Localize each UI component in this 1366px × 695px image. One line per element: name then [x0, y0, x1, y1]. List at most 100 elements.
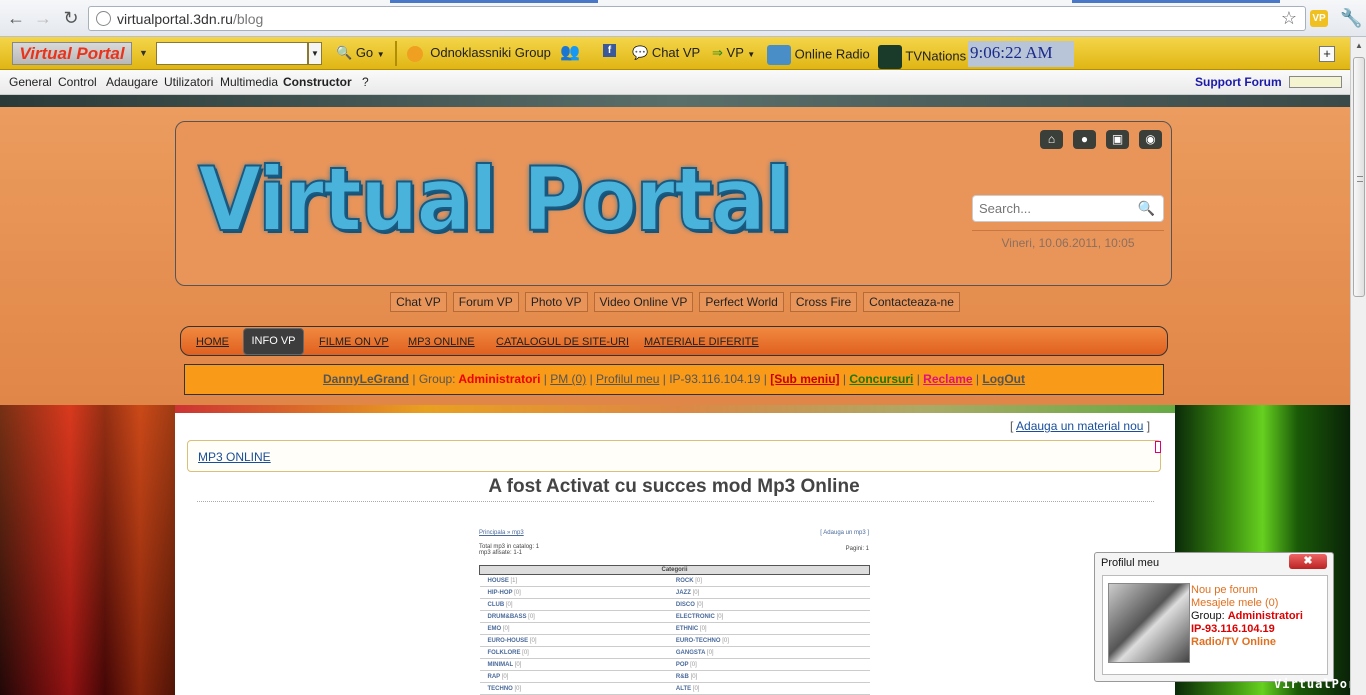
- user-icon[interactable]: ●: [1073, 130, 1096, 149]
- shot-category-cell: R&B [0]: [667, 670, 870, 683]
- vp-extension-icon[interactable]: VP: [1310, 10, 1328, 27]
- clock: 9:06:22 AM: [968, 41, 1074, 67]
- wrench-icon[interactable]: 🔧: [1340, 8, 1362, 29]
- nav-filme-on-vp[interactable]: FILME ON VP: [319, 336, 389, 348]
- shot-category-cell: DISCO [0]: [667, 598, 870, 611]
- current-date: Vineri, 10.06.2011, 10:05: [972, 230, 1164, 250]
- tvnations-link[interactable]: TVNations: [878, 45, 966, 69]
- menu-adaugare[interactable]: Adaugare: [106, 75, 158, 89]
- link-video-online-vp[interactable]: Video Online VP: [593, 292, 694, 312]
- chat-vp-link[interactable]: 💬 Chat VP: [632, 45, 700, 61]
- online-radio-link[interactable]: Online Radio: [767, 45, 870, 65]
- pm-link[interactable]: PM (0): [550, 372, 586, 386]
- home-icon[interactable]: ⌂: [1040, 130, 1063, 149]
- link-forum-vp[interactable]: Forum VP: [452, 292, 519, 312]
- new-on-forum-link[interactable]: Nou pe forum: [1191, 584, 1258, 596]
- shot-category-cell: DRUM&BASS [0]: [479, 610, 668, 623]
- shot-table-row: EURO-HOUSE [0] EURO-TECHNO [0]: [479, 634, 870, 647]
- link-photo-vp[interactable]: Photo VP: [524, 292, 588, 312]
- breadcrumb-mp3-online[interactable]: MP3 ONLINE: [198, 450, 271, 464]
- my-messages-link[interactable]: Mesajele mele (0): [1191, 597, 1278, 609]
- link-cross-fire[interactable]: Cross Fire: [789, 292, 858, 312]
- popup-group: Group: Administratori: [1191, 610, 1303, 622]
- bookmark-star-icon[interactable]: ☆: [1281, 8, 1297, 29]
- vp-menu[interactable]: ⇒ VP ▼: [712, 45, 755, 61]
- scrollbar-thumb[interactable]: [1353, 57, 1365, 297]
- username-link[interactable]: DannyLeGrand: [323, 372, 409, 386]
- page-title: A fost Activat cu succes mod Mp3 Online: [488, 476, 860, 497]
- address-bar[interactable]: virtualportal.3dn.ru/blog ☆: [88, 6, 1306, 31]
- back-button[interactable]: ←: [6, 8, 26, 28]
- vertical-scrollbar[interactable]: ▲: [1350, 37, 1366, 695]
- link-chat-vp[interactable]: Chat VP: [390, 292, 447, 312]
- profile-popup: Profilul meu ✖ Nou pe forum Mesajele mel…: [1094, 552, 1334, 682]
- shot-categories-table: Categorii HOUSE [1] ROCK [0] HIP-HOP [0] JA…: [479, 565, 870, 695]
- chat-bubble-icon: 💬: [632, 45, 649, 60]
- link-contacteaza-ne[interactable]: Contacteaza-ne: [863, 292, 960, 312]
- mp3-catalog-screenshot: Principala » mp3 [ Adauga un mp3 ] Total…: [478, 530, 870, 695]
- portal-toolbar: Virtual Portal ▼ ▼ 🔍 Go ▼ Odnoklassniki …: [0, 37, 1350, 70]
- shot-table-row: HIP-HOP [0] JAZZ [0]: [479, 586, 870, 599]
- odnoklassniki-icon: [407, 45, 423, 62]
- search-dropdown-button[interactable]: ▼: [308, 42, 322, 65]
- shot-category-cell: JAZZ [0]: [667, 586, 870, 599]
- users-icon[interactable]: 👥: [560, 42, 580, 62]
- nav-home[interactable]: HOME: [196, 336, 229, 348]
- link-perfect-world[interactable]: Perfect World: [699, 292, 784, 312]
- shot-category-cell: POP [0]: [667, 658, 870, 671]
- shot-table-row: MINIMAL [0] POP [0]: [479, 658, 870, 671]
- rss-icon[interactable]: ◉: [1139, 130, 1162, 149]
- reclame-link[interactable]: Reclame: [923, 372, 972, 386]
- shot-category-cell: RAP [0]: [479, 670, 668, 683]
- support-forum-link[interactable]: Support Forum: [1195, 75, 1282, 89]
- close-icon[interactable]: ✖: [1289, 554, 1327, 569]
- submenu-link[interactable]: [Sub meniu]: [770, 372, 839, 386]
- radio-tv-online-link[interactable]: Radio/TV Online: [1191, 636, 1276, 648]
- nav-info-vp[interactable]: INFO VP: [243, 328, 304, 355]
- nav-mp3-online[interactable]: MP3 ONLINE: [408, 336, 475, 348]
- add-material: [ Adauga un material nou ]: [1010, 419, 1151, 433]
- forward-button[interactable]: →: [33, 8, 53, 28]
- chevron-down-icon[interactable]: ▼: [139, 48, 148, 58]
- avatar: [1108, 583, 1190, 663]
- breadcrumb: MP3 ONLINE: [187, 440, 1161, 472]
- add-material-link[interactable]: Adauga un material nou: [1016, 419, 1143, 433]
- profile-link[interactable]: Profilul meu: [596, 372, 659, 386]
- lock-icon[interactable]: ▣: [1106, 130, 1129, 149]
- menu-multimedia[interactable]: Multimedia: [220, 75, 278, 89]
- reload-button[interactable]: ↻: [61, 8, 81, 28]
- panel-slider[interactable]: [1289, 76, 1342, 88]
- group-value: Administratori: [458, 372, 541, 386]
- menu-utilizatori[interactable]: Utilizatori: [164, 75, 213, 89]
- scroll-up-icon[interactable]: ▲: [1355, 41, 1363, 50]
- shot-category-cell: CLUB [0]: [479, 598, 668, 611]
- shot-category-cell: ETHNIC [0]: [667, 622, 870, 635]
- site-search-input[interactable]: [979, 201, 1129, 216]
- url-text[interactable]: virtualportal.3dn.ru/blog: [117, 11, 263, 27]
- shot-category-cell: ALTE [0]: [667, 682, 870, 695]
- facebook-icon[interactable]: f: [603, 41, 616, 57]
- logout-link[interactable]: LogOut: [982, 372, 1025, 386]
- portal-logo-button[interactable]: Virtual Portal: [12, 42, 132, 65]
- nav-catalogul-de-site-uri[interactable]: CATALOGUL DE SITE-URI: [496, 336, 629, 348]
- go-button[interactable]: 🔍 Go ▼: [336, 45, 385, 61]
- menu-control[interactable]: Control: [58, 75, 97, 89]
- add-button[interactable]: +: [1319, 46, 1335, 62]
- menu-general[interactable]: General: [9, 75, 52, 89]
- shot-table-row: EMO [0] ETHNIC [0]: [479, 622, 870, 635]
- site-logo[interactable]: Virtual Portal: [197, 147, 793, 252]
- nav-materiale-diferite[interactable]: MATERIALE DIFERITE: [644, 336, 759, 348]
- odnoklassniki-group-link[interactable]: Odnoklassniki Group: [407, 45, 551, 62]
- menu-constructor[interactable]: Constructor: [283, 75, 352, 89]
- site-search-box: 🔍: [972, 195, 1164, 222]
- shot-category-cell: EMO [0]: [479, 622, 668, 635]
- shot-pages: Pagini: 1: [845, 546, 869, 552]
- search-icon[interactable]: 🔍: [1138, 200, 1155, 217]
- separator: [395, 41, 397, 66]
- toolbar-search-input[interactable]: [156, 42, 308, 65]
- menu-help[interactable]: ?: [362, 75, 369, 89]
- concursuri-link[interactable]: Concursuri: [849, 372, 913, 386]
- shot-table-row: HOUSE [1] ROCK [0]: [479, 574, 870, 587]
- tv-icon: [878, 45, 902, 69]
- shot-table-row: CLUB [0] DISCO [0]: [479, 598, 870, 611]
